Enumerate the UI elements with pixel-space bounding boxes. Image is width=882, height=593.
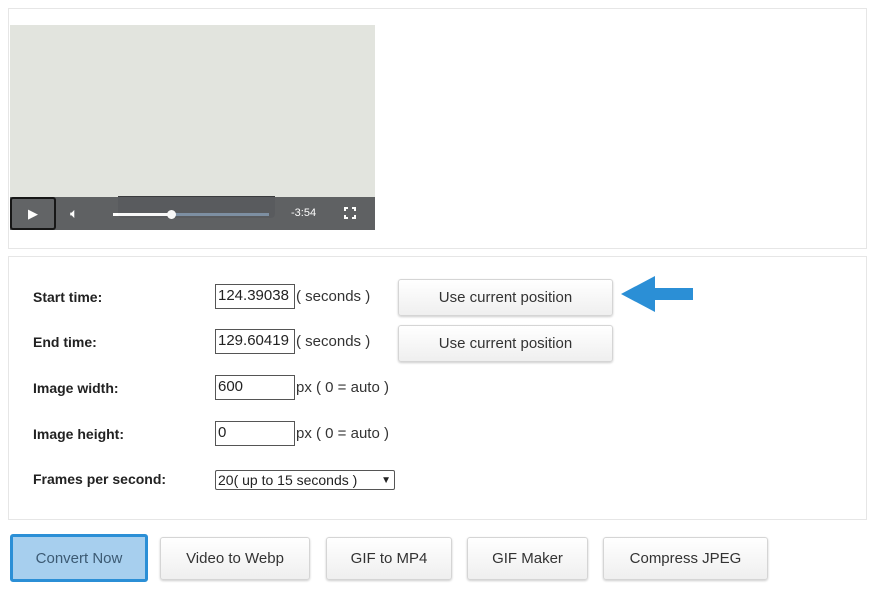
use-current-position-start-button[interactable]: Use current position [398,279,613,316]
fps-selected: 20( up to 15 seconds ) [218,472,358,488]
video-player[interactable]: ▶ 🔈︎ -3:54 [10,25,375,230]
gif-maker-button[interactable]: GIF Maker [467,537,588,580]
image-height-input[interactable]: 0 [215,421,295,446]
play-button[interactable]: ▶ [10,197,56,230]
gif-to-mp4-button[interactable]: GIF to MP4 [326,537,452,580]
convert-now-button[interactable]: Convert Now [10,534,148,582]
chevron-down-icon: ▼ [381,474,391,486]
end-time-input[interactable]: 129.60419 [215,329,295,354]
fps-select[interactable]: 20( up to 15 seconds ) ▼ [215,470,395,490]
fps-label: Frames per second: [33,471,167,487]
start-time-label: Start time: [33,289,103,305]
fullscreen-icon[interactable] [343,206,357,220]
start-time-unit: ( seconds ) [296,288,371,305]
end-time-unit: ( seconds ) [296,333,371,350]
image-width-input[interactable]: 600 [215,375,295,400]
seek-progress [113,213,171,216]
image-height-unit: px ( 0 = auto ) [296,425,389,442]
compress-jpeg-button[interactable]: Compress JPEG [603,537,768,580]
play-icon: ▶ [28,205,38,221]
image-height-label: Image height: [33,426,125,442]
start-time-input[interactable]: 124.39038 [215,284,295,309]
seek-slider[interactable] [113,210,269,219]
video-to-webp-button[interactable]: Video to Webp [160,537,310,580]
end-time-label: End time: [33,334,97,350]
video-controls: ▶ 🔈︎ -3:54 [10,197,375,230]
image-width-unit: px ( 0 = auto ) [296,379,389,396]
volume-icon[interactable]: 🔈︎ [70,205,78,222]
seek-handle[interactable] [166,210,176,219]
image-width-label: Image width: [33,380,119,396]
time-remaining: -3:54 [291,207,317,219]
arrow-left-icon [621,276,693,312]
use-current-position-end-button[interactable]: Use current position [398,325,613,362]
